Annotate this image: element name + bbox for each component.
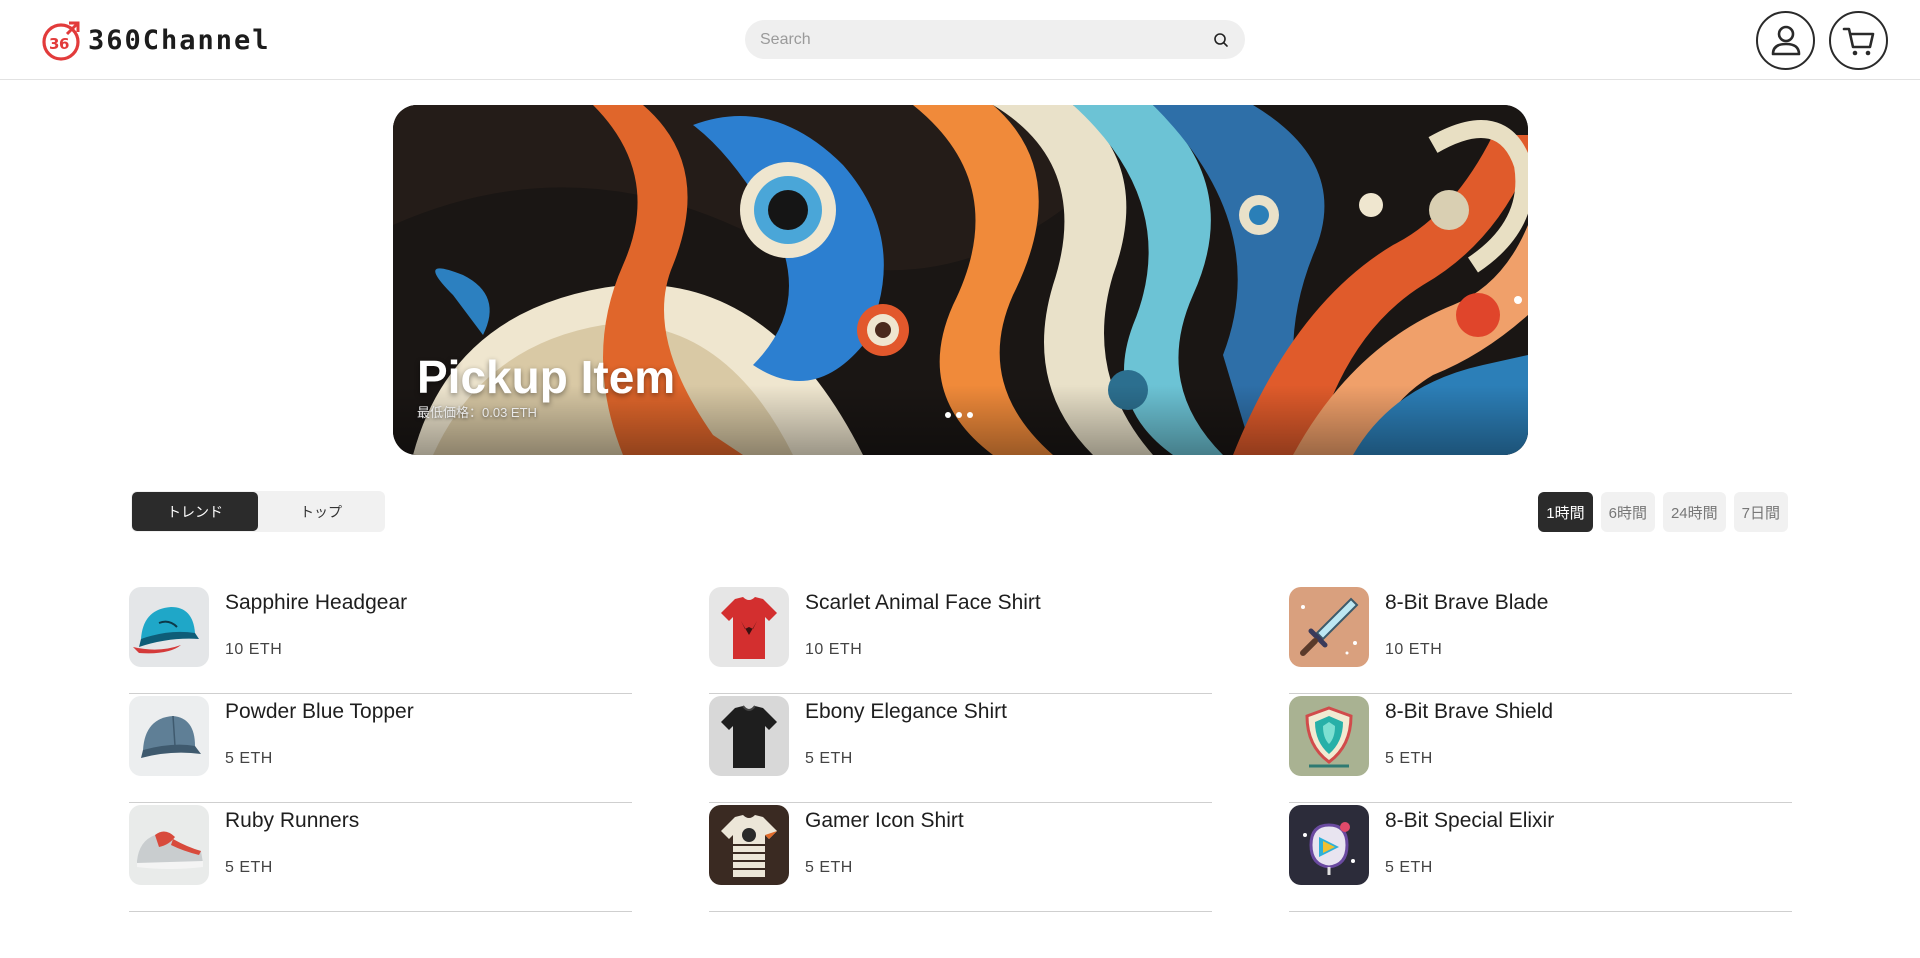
item-price: 5 ETH bbox=[805, 750, 853, 767]
account-button[interactable] bbox=[1756, 11, 1815, 70]
shirt-icon bbox=[709, 805, 789, 885]
item-name: 8-Bit Brave Blade bbox=[1385, 591, 1549, 614]
item-name: 8-Bit Brave Shield bbox=[1385, 700, 1554, 723]
carousel-dots bbox=[945, 412, 973, 418]
shirt-icon bbox=[709, 696, 789, 776]
svg-text:3: 3 bbox=[49, 35, 59, 53]
item-name: 8-Bit Special Elixir bbox=[1385, 809, 1555, 832]
list-item[interactable]: Sapphire Headgear 10 ETH bbox=[129, 585, 632, 694]
tab-top[interactable]: トップ bbox=[258, 492, 384, 531]
search-icon[interactable] bbox=[1212, 31, 1230, 49]
list-item[interactable]: 8-Bit Brave Blade 10 ETH bbox=[1289, 585, 1792, 694]
ranking-column-2: Scarlet Animal Face Shirt 10 ETH Ebony E… bbox=[709, 585, 1212, 912]
item-name: Sapphire Headgear bbox=[225, 591, 408, 614]
list-item[interactable]: Ebony Elegance Shirt 5 ETH bbox=[709, 694, 1212, 803]
cart-button[interactable] bbox=[1829, 11, 1888, 70]
banner-min-price: 最低価格：0.03 ETH bbox=[417, 405, 537, 420]
item-name: Ruby Runners bbox=[225, 809, 360, 832]
cart-icon bbox=[1842, 27, 1874, 55]
banner-title: Pickup Item bbox=[417, 351, 676, 403]
item-name: Gamer Icon Shirt bbox=[805, 809, 964, 832]
sneaker-icon bbox=[129, 805, 209, 885]
search-bar bbox=[745, 20, 1245, 59]
period-1h-button[interactable]: 1時間 bbox=[1538, 492, 1593, 532]
ranking-column-1: Sapphire Headgear 10 ETH Powder Blue Top… bbox=[129, 585, 632, 912]
cap-icon bbox=[129, 587, 209, 667]
potion-icon bbox=[1289, 805, 1369, 885]
carousel-dot[interactable] bbox=[945, 412, 951, 418]
site-header: 3 6 360Channel bbox=[0, 0, 1920, 80]
item-price: 10 ETH bbox=[225, 641, 283, 658]
carousel-dot[interactable] bbox=[956, 412, 962, 418]
period-7d-button[interactable]: 7日間 bbox=[1733, 492, 1788, 532]
cap-icon bbox=[129, 696, 209, 776]
item-price: 5 ETH bbox=[805, 859, 853, 876]
shirt-icon bbox=[709, 587, 789, 667]
user-icon bbox=[1771, 25, 1800, 55]
item-price: 5 ETH bbox=[1385, 750, 1433, 767]
item-price: 5 ETH bbox=[1385, 859, 1433, 876]
ranking-tabs: トレンド トップ bbox=[131, 491, 385, 532]
list-item[interactable]: 8-Bit Special Elixir 5 ETH bbox=[1289, 803, 1792, 912]
carousel-dot[interactable] bbox=[967, 412, 973, 418]
list-item[interactable]: Gamer Icon Shirt 5 ETH bbox=[709, 803, 1212, 912]
period-6h-button[interactable]: 6時間 bbox=[1600, 492, 1655, 532]
list-item[interactable]: 8-Bit Brave Shield 5 ETH bbox=[1289, 694, 1792, 803]
shield-icon bbox=[1289, 696, 1369, 776]
list-item[interactable]: Powder Blue Topper 5 ETH bbox=[129, 694, 632, 803]
period-24h-button[interactable]: 24時間 bbox=[1662, 492, 1726, 532]
ranking-column-3: 8-Bit Brave Blade 10 ETH 8-Bit Brave Shi… bbox=[1289, 585, 1792, 912]
list-item[interactable]: Ruby Runners 5 ETH bbox=[129, 803, 632, 912]
item-name: Powder Blue Topper bbox=[225, 700, 414, 723]
list-item[interactable]: Scarlet Animal Face Shirt 10 ETH bbox=[709, 585, 1212, 694]
site-logo[interactable]: 3 6 360Channel bbox=[40, 18, 271, 62]
logo-text: 360Channel bbox=[88, 24, 271, 56]
logo-mark-icon: 3 6 bbox=[42, 21, 80, 61]
sword-icon bbox=[1289, 587, 1369, 667]
tab-trend[interactable]: トレンド bbox=[132, 492, 258, 531]
pickup-banner[interactable]: Pickup Item 最低価格：0.03 ETH bbox=[393, 105, 1528, 455]
period-filter: 1時間 6時間 24時間 7日間 bbox=[1538, 492, 1788, 532]
item-name: Scarlet Animal Face Shirt bbox=[805, 591, 1041, 614]
svg-text:6: 6 bbox=[59, 35, 69, 53]
item-name: Ebony Elegance Shirt bbox=[805, 700, 1007, 723]
item-price: 5 ETH bbox=[225, 859, 273, 876]
item-price: 10 ETH bbox=[805, 641, 863, 658]
item-price: 10 ETH bbox=[1385, 641, 1443, 658]
search-input[interactable] bbox=[760, 30, 1212, 49]
item-price: 5 ETH bbox=[225, 750, 273, 767]
